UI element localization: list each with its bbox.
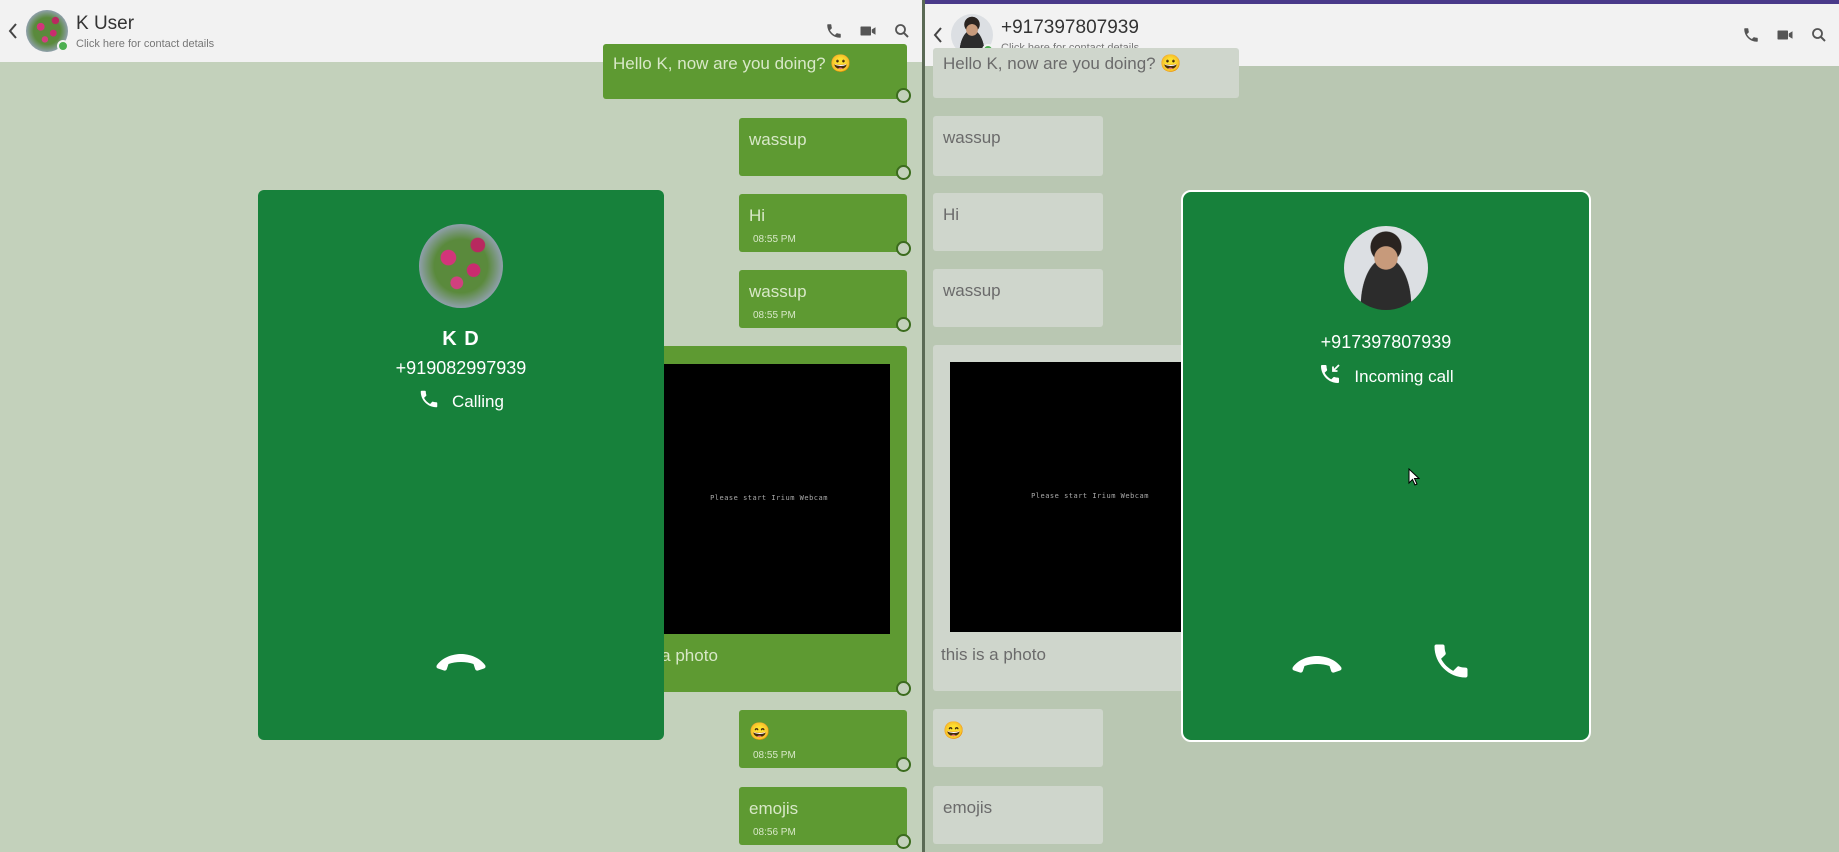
message-bubble[interactable]: Hi 08:55 PM bbox=[739, 194, 911, 256]
read-status-icon bbox=[896, 88, 911, 103]
read-status-icon bbox=[896, 834, 911, 849]
message-text: Hello K, now are you doing? 😀 bbox=[613, 54, 852, 73]
message-bubble[interactable]: emojis bbox=[933, 786, 1103, 844]
message-bubble[interactable]: 😄 08:55 PM bbox=[739, 710, 911, 772]
read-status-icon bbox=[896, 317, 911, 332]
hangup-button[interactable] bbox=[431, 640, 491, 690]
message-text: wassup bbox=[943, 281, 1001, 300]
contact-name: +917397807939 bbox=[1001, 16, 1139, 38]
online-status-dot bbox=[57, 40, 69, 52]
search-icon[interactable] bbox=[892, 21, 912, 41]
call-status-text: Incoming call bbox=[1354, 366, 1454, 386]
contact-name: K User bbox=[76, 12, 135, 34]
read-status-icon bbox=[896, 757, 911, 772]
message-bubble[interactable]: wassup bbox=[933, 116, 1103, 176]
message-text: emojis bbox=[943, 798, 993, 817]
caller-number: +919082997939 bbox=[395, 358, 527, 378]
hangup-icon bbox=[435, 651, 487, 680]
message-time: 08:56 PM bbox=[753, 827, 796, 838]
phone-icon[interactable] bbox=[1741, 25, 1761, 45]
incoming-call-icon bbox=[1318, 362, 1342, 391]
call-status: Calling bbox=[258, 388, 664, 415]
hangup-icon bbox=[1291, 653, 1343, 682]
message-bubble[interactable]: 😄 bbox=[933, 709, 1103, 767]
photo-thumbnail[interactable]: Please start Irium Webcam bbox=[648, 364, 890, 634]
message-text: 😄 bbox=[749, 722, 771, 741]
caller-number: +917397807939 bbox=[1320, 332, 1452, 352]
photo-caption-text: Please start Irium Webcam bbox=[710, 493, 828, 502]
phone-icon bbox=[418, 388, 440, 415]
message-text: 😄 bbox=[943, 721, 965, 740]
decline-button[interactable] bbox=[1287, 642, 1347, 692]
contact-subtitle: Click here for contact details bbox=[76, 37, 215, 50]
message-time: 08:55 PM bbox=[753, 750, 796, 761]
message-text: emojis bbox=[749, 799, 799, 818]
read-status-icon bbox=[896, 165, 911, 180]
video-icon[interactable] bbox=[858, 21, 878, 41]
message-bubble[interactable]: wassup 08:55 PM bbox=[739, 270, 911, 332]
message-time: 08:55 PM bbox=[753, 234, 796, 245]
caller-avatar bbox=[419, 224, 503, 308]
message-bubble[interactable]: Hello K, now are you doing? 😀 bbox=[933, 48, 1239, 98]
read-status-icon bbox=[896, 681, 911, 696]
answer-button[interactable] bbox=[1421, 638, 1481, 688]
contact-details-link[interactable]: K User Click here for contact details bbox=[76, 13, 214, 50]
message-bubble[interactable]: Hello K, now are you doing? 😀 bbox=[603, 44, 911, 103]
message-text: Hello K, now are you doing? 😀 bbox=[943, 54, 1182, 73]
message-bubble[interactable]: emojis 08:56 PM bbox=[739, 787, 911, 849]
chevron-left-icon[interactable] bbox=[6, 21, 20, 41]
message-text: this is a photo bbox=[941, 645, 1046, 664]
message-time: 08:55 PM bbox=[753, 310, 796, 321]
message-text: wassup bbox=[749, 130, 807, 149]
message-text: Hi bbox=[943, 205, 960, 224]
phone-icon[interactable] bbox=[824, 21, 844, 41]
message-bubble[interactable]: wassup bbox=[933, 269, 1103, 327]
call-status-text: Calling bbox=[452, 391, 504, 411]
outgoing-call-dialog: K D +919082997939 Calling bbox=[258, 190, 664, 740]
video-icon[interactable] bbox=[1775, 25, 1795, 45]
chevron-left-icon[interactable] bbox=[931, 25, 945, 45]
phone-answer-icon bbox=[1429, 639, 1473, 688]
read-status-icon bbox=[896, 241, 911, 256]
call-status: Incoming call bbox=[1183, 362, 1589, 391]
message-text: wassup bbox=[749, 282, 807, 301]
mouse-cursor-icon bbox=[1408, 467, 1421, 486]
message-bubble[interactable]: Hi bbox=[933, 193, 1103, 251]
message-text: Hi bbox=[749, 206, 766, 225]
avatar[interactable] bbox=[26, 10, 69, 52]
message-bubble[interactable]: wassup bbox=[739, 118, 911, 180]
caller-name: K D bbox=[442, 328, 480, 350]
message-text: wassup bbox=[943, 128, 1001, 147]
search-icon[interactable] bbox=[1809, 25, 1829, 45]
caller-avatar bbox=[1344, 226, 1428, 310]
incoming-call-dialog: +917397807939 Incoming call bbox=[1181, 190, 1591, 742]
window-accent-bar bbox=[925, 0, 1839, 4]
